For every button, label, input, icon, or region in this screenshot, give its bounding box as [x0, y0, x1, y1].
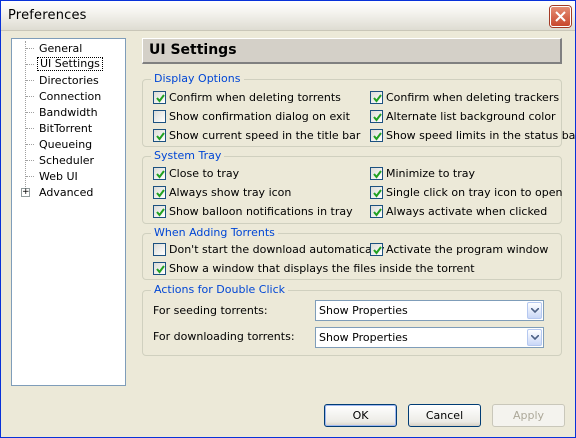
checkbox-box[interactable] — [370, 91, 383, 104]
tree-connector — [26, 144, 34, 145]
checkbox-box[interactable] — [153, 186, 166, 199]
sidebar-item-queueing[interactable]: Queueing — [37, 138, 94, 152]
check-icon — [373, 113, 382, 122]
checkbox-box[interactable] — [153, 167, 166, 180]
checkbox-box[interactable] — [370, 129, 383, 142]
checkbox-box[interactable] — [153, 243, 166, 256]
check-icon — [156, 208, 165, 217]
tree-connector — [26, 112, 34, 113]
checkbox-label: Show current speed in the title bar — [169, 129, 361, 142]
checkbox-label: Close to tray — [169, 167, 240, 180]
chevron-down-icon — [531, 335, 539, 340]
checkbox-box[interactable] — [370, 110, 383, 123]
group-legend: System Tray — [151, 149, 225, 162]
dropdown-button[interactable] — [527, 329, 542, 346]
check-icon — [156, 265, 165, 274]
downloading-action-label: For downloading torrents: — [153, 330, 295, 343]
check-icon — [373, 132, 382, 141]
group-legend: Display Options — [151, 72, 244, 85]
tree-connector — [26, 80, 34, 81]
check-icon — [373, 170, 382, 179]
apply-button[interactable]: Apply — [492, 404, 565, 427]
check-icon — [156, 170, 165, 179]
expand-icon[interactable]: + — [21, 188, 30, 197]
check-icon — [156, 94, 165, 103]
sidebar-item-connection[interactable]: Connection — [37, 90, 103, 104]
check-icon — [373, 94, 382, 103]
checkbox-box[interactable] — [153, 205, 166, 218]
check-icon — [156, 189, 165, 198]
checkbox-label: Show a window that displays the files in… — [169, 262, 475, 275]
window-title: Preferences — [8, 8, 87, 23]
checkbox-box[interactable] — [370, 186, 383, 199]
ok-button[interactable]: OK — [324, 404, 397, 427]
sidebar-item-ui-settings[interactable]: UI Settings — [37, 57, 103, 71]
select-value: Show Properties — [319, 331, 408, 344]
checkbox-label: Confirm when deleting torrents — [169, 91, 341, 104]
checkbox-label: Don't start the download automatically — [169, 243, 385, 256]
sidebar-item-advanced[interactable]: Advanced — [37, 186, 95, 200]
checkbox-label: Minimize to tray — [386, 167, 476, 180]
group-legend: Actions for Double Click — [151, 283, 288, 296]
tree-connector — [26, 48, 34, 49]
seeding-action-select[interactable]: Show Properties — [315, 300, 544, 321]
title-bar[interactable]: Preferences — [1, 1, 575, 31]
checkbox-box[interactable] — [370, 167, 383, 180]
check-icon — [373, 246, 382, 255]
preferences-window: Preferences General UI Settings Director… — [0, 0, 576, 438]
checkbox-label: Show confirmation dialog on exit — [169, 110, 350, 123]
tree-connector — [26, 160, 34, 161]
checkbox-box[interactable] — [153, 110, 166, 123]
downloading-action-select[interactable]: Show Properties — [315, 327, 544, 348]
tree-connector — [26, 128, 34, 129]
dropdown-button[interactable] — [527, 302, 542, 319]
sidebar-item-web-ui[interactable]: Web UI — [37, 170, 80, 184]
checkbox-label: Confirm when deleting trackers — [386, 91, 560, 104]
category-tree[interactable]: General UI Settings Directories Connecti… — [11, 38, 126, 386]
sidebar-item-scheduler[interactable]: Scheduler — [37, 154, 96, 168]
group-legend: When Adding Torrents — [151, 226, 278, 239]
close-icon — [555, 11, 566, 22]
checkbox-label: Always activate when clicked — [386, 205, 548, 218]
checkbox-label: Activate the program window — [386, 243, 549, 256]
panel-header: UI Settings — [142, 38, 562, 64]
check-icon — [373, 208, 382, 217]
tree-connector — [26, 96, 34, 97]
checkbox-label: Always show tray icon — [169, 186, 292, 199]
tree-connector — [26, 64, 34, 65]
checkbox-label: Show balloon notifications in tray — [169, 205, 353, 218]
checkbox-label: Alternate list background color — [386, 110, 556, 123]
sidebar-item-directories[interactable]: Directories — [37, 74, 101, 88]
checkbox-box[interactable] — [153, 91, 166, 104]
chevron-down-icon — [531, 308, 539, 313]
tree-connector — [26, 176, 34, 177]
check-icon — [373, 189, 382, 198]
checkbox-label: Show speed limits in the status bar — [386, 129, 576, 142]
seeding-action-label: For seeding torrents: — [153, 304, 268, 317]
sidebar-item-bittorrent[interactable]: BitTorrent — [37, 122, 94, 136]
close-button[interactable] — [550, 6, 571, 27]
select-value: Show Properties — [319, 304, 408, 317]
check-icon — [156, 132, 165, 141]
sidebar-item-bandwidth[interactable]: Bandwidth — [37, 106, 100, 120]
cancel-button[interactable]: Cancel — [408, 404, 481, 427]
panel-title: UI Settings — [149, 42, 237, 58]
checkbox-label: Single click on tray icon to open — [386, 186, 563, 199]
checkbox-box[interactable] — [153, 262, 166, 275]
checkbox-box[interactable] — [370, 243, 383, 256]
checkbox-box[interactable] — [153, 129, 166, 142]
checkbox-box[interactable] — [370, 205, 383, 218]
sidebar-item-general[interactable]: General — [37, 42, 84, 56]
